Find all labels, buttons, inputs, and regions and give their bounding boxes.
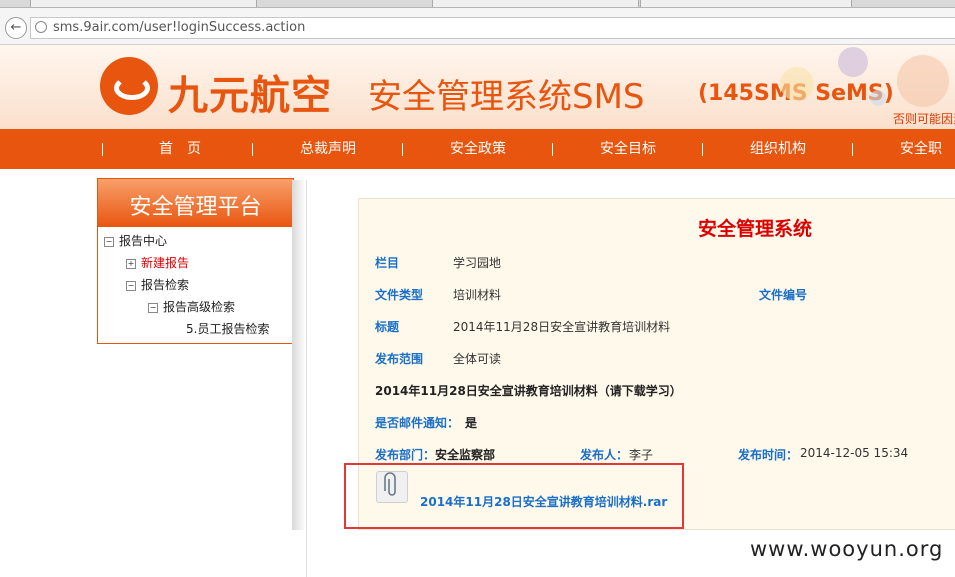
- decor-bubble: [897, 55, 949, 107]
- sidebar-shadow: [292, 180, 306, 530]
- tree-item-label[interactable]: 报告高级检索: [163, 300, 235, 314]
- sidebar-header: 安全管理平台: [98, 179, 293, 227]
- tree-item-label[interactable]: 报告中心: [119, 234, 167, 248]
- airline-logo-icon: [100, 57, 158, 115]
- paperclip-icon: [376, 471, 408, 503]
- globe-icon: [35, 21, 47, 33]
- department-value: 安全监察部: [435, 448, 496, 462]
- subject-value: 2014年11月28日安全宣讲教育培训材料: [453, 320, 671, 334]
- file-number-label: 文件编号: [759, 288, 808, 302]
- collapse-icon[interactable]: −: [148, 302, 158, 313]
- document-body: 2014年11月28日安全宣讲教育培训材料（请下载学习）: [375, 384, 682, 398]
- tree-item-new-report[interactable]: + 新建报告: [126, 254, 189, 271]
- tree-item-employee-search[interactable]: 5.员工报告检索: [186, 320, 269, 337]
- system-title: 安全管理系统SMS: [368, 77, 645, 117]
- file-type-value: 培训材料: [453, 288, 502, 302]
- scope-value: 全体可读: [453, 352, 502, 366]
- subject-label: 标题: [375, 320, 400, 334]
- nav-home[interactable]: 首 页: [110, 129, 250, 169]
- back-arrow-icon[interactable]: ←: [5, 17, 27, 39]
- address-bar-area: ← sms.9air.com/user!loginSuccess.action: [0, 8, 955, 45]
- brand-name: 九元航空: [168, 73, 332, 119]
- nav-separator: [252, 143, 253, 156]
- banner-notice: 否则可能因素: [893, 112, 955, 126]
- content-divider: [306, 180, 307, 577]
- nav-separator: [702, 143, 703, 156]
- collapse-icon[interactable]: −: [126, 280, 136, 291]
- decor-bubble: [838, 47, 868, 77]
- main-nav: 首 页 总裁声明 安全政策 安全目标 组织机构 安全职责: [0, 129, 955, 197]
- nav-safety-goals[interactable]: 安全目标: [558, 129, 698, 169]
- nav-separator: [102, 143, 103, 156]
- scope-label: 发布范围: [375, 352, 424, 366]
- site-banner: 九元航空 安全管理系统SMS (145SMS SeMS) 否则可能因素: [0, 45, 955, 129]
- email-notify-label: 是否邮件通知：: [375, 416, 460, 430]
- sidebar-panel: 安全管理平台 − 报告中心 + 新建报告 − 报告检索 − 报告高级检索 5.员工报告检…: [97, 178, 294, 344]
- decor-bubble: [870, 90, 886, 106]
- tree-item-report-center[interactable]: − 报告中心: [104, 232, 167, 249]
- sidebar-title: 安全管理平台: [129, 195, 262, 220]
- decor-bubble: [780, 67, 814, 101]
- nav-separator: [402, 143, 403, 156]
- column-label: 栏目: [375, 256, 400, 270]
- nav-safety-policy[interactable]: 安全政策: [408, 129, 548, 169]
- publisher-value: 李子: [629, 448, 654, 462]
- browser-tab[interactable]: [30, 0, 257, 7]
- publish-time-label: 发布时间：: [738, 448, 799, 462]
- watermark-text: www.wooyun.org: [750, 537, 944, 561]
- nav-separator: [852, 143, 853, 156]
- tree-item-report-search[interactable]: − 报告检索: [126, 276, 189, 293]
- collapse-icon[interactable]: −: [104, 236, 114, 247]
- browser-tab[interactable]: [432, 0, 639, 7]
- publish-time-value: 2014-12-05 15:34: [800, 446, 909, 460]
- url-text[interactable]: sms.9air.com/user!loginSuccess.action: [53, 20, 305, 35]
- attachment-link[interactable]: 2014年11月28日安全宣讲教育培训材料.rar: [420, 493, 667, 510]
- publisher-label: 发布人：: [580, 448, 629, 462]
- tree-item-advanced-search[interactable]: − 报告高级检索: [148, 298, 235, 315]
- expand-icon[interactable]: +: [126, 258, 136, 269]
- browser-tab-strip: [0, 0, 955, 8]
- nav-separator: [552, 143, 553, 156]
- nav-safety-duties[interactable]: 安全职责: [866, 129, 955, 197]
- nav-ceo-statement[interactable]: 总裁声明: [258, 129, 398, 169]
- tree-item-label[interactable]: 新建报告: [141, 256, 189, 270]
- detail-title: 安全管理系统: [698, 218, 813, 240]
- nav-organization[interactable]: 组织机构: [708, 129, 848, 169]
- url-field[interactable]: sms.9air.com/user!loginSuccess.action: [30, 17, 955, 39]
- browser-tab[interactable]: [640, 0, 852, 7]
- tree-item-label[interactable]: 报告检索: [141, 278, 189, 292]
- tree-item-label[interactable]: 5.员工报告检索: [186, 322, 269, 336]
- column-value: 学习园地: [453, 256, 502, 270]
- email-notify-value: 是: [465, 416, 478, 430]
- department-label: 发布部门：: [375, 448, 436, 462]
- file-type-label: 文件类型: [375, 288, 424, 302]
